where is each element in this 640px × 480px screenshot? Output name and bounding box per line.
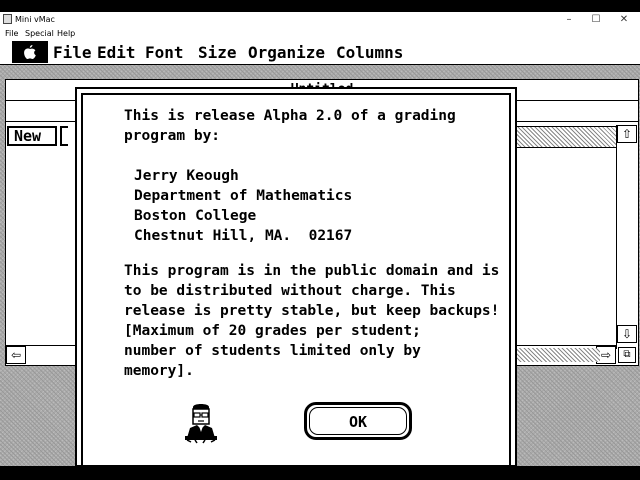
host-menu-special[interactable]: Special <box>25 29 54 38</box>
down-arrow-icon[interactable]: ⇩ <box>617 325 637 343</box>
minimize-button[interactable]: – <box>555 12 583 27</box>
notice-line-6: memory]. <box>124 363 194 379</box>
menu-font[interactable]: Font <box>145 43 184 62</box>
apple-menu[interactable] <box>12 41 48 63</box>
close-button[interactable]: ✕ <box>610 12 638 27</box>
app-icon <box>3 14 12 24</box>
menu-size[interactable]: Size <box>198 43 237 62</box>
host-menu-help[interactable]: Help <box>57 29 75 38</box>
menu-organize[interactable]: Organize <box>248 43 325 62</box>
header-pattern <box>516 126 616 148</box>
ok-button[interactable]: OK <box>304 402 412 440</box>
emulator-screen: File Edit Font Size Organize Columns Unt… <box>0 40 640 466</box>
host-menubar: File Special Help <box>0 27 640 40</box>
intro-line-2: program by: <box>124 128 221 144</box>
field-edge <box>60 126 68 146</box>
author-department: Department of Mathematics <box>134 188 353 204</box>
up-arrow-icon[interactable]: ⇧ <box>617 125 637 143</box>
host-titlebar: Mini vMac – ☐ ✕ <box>0 12 640 27</box>
host-window-title: Mini vMac <box>15 15 55 24</box>
menu-columns[interactable]: Columns <box>336 43 403 62</box>
maximize-button[interactable]: ☐ <box>582 12 610 27</box>
author-city: Chestnut Hill, MA. 02167 <box>134 228 353 244</box>
ok-button-label: OK <box>309 407 407 435</box>
author-portrait-icon <box>185 404 217 444</box>
dialog-frame: This is release Alpha 2.0 of a grading p… <box>81 93 511 465</box>
host-bottom-edge <box>0 466 640 480</box>
menu-edit[interactable]: Edit <box>97 43 136 62</box>
notice-line-1: This program is in the public domain and… <box>124 263 500 279</box>
new-button[interactable]: New <box>7 126 57 146</box>
mac-menubar: File Edit Font Size Organize Columns <box>0 40 640 65</box>
grow-box-icon[interactable]: ⧉ <box>618 347 636 363</box>
intro-line-1: This is release Alpha 2.0 of a grading <box>124 108 456 124</box>
host-menu-file[interactable]: File <box>5 29 18 38</box>
vertical-scrollbar[interactable]: ⇧ ⇩ <box>616 125 637 349</box>
menu-file[interactable]: File <box>53 43 92 62</box>
author-college: Boston College <box>134 208 257 224</box>
notice-line-3: release is pretty stable, but keep backu… <box>124 303 500 319</box>
apple-icon <box>24 45 36 59</box>
notice-line-2: to be distributed without charge. This <box>124 283 456 299</box>
about-dialog: This is release Alpha 2.0 of a grading p… <box>75 87 517 466</box>
footer-pattern <box>516 348 600 362</box>
author-name: Jerry Keough <box>134 168 239 184</box>
left-arrow-icon[interactable]: ⇦ <box>6 346 26 364</box>
notice-line-5: number of students limited only by <box>124 343 421 359</box>
notice-line-4: [Maximum of 20 grades per student; <box>124 323 421 339</box>
